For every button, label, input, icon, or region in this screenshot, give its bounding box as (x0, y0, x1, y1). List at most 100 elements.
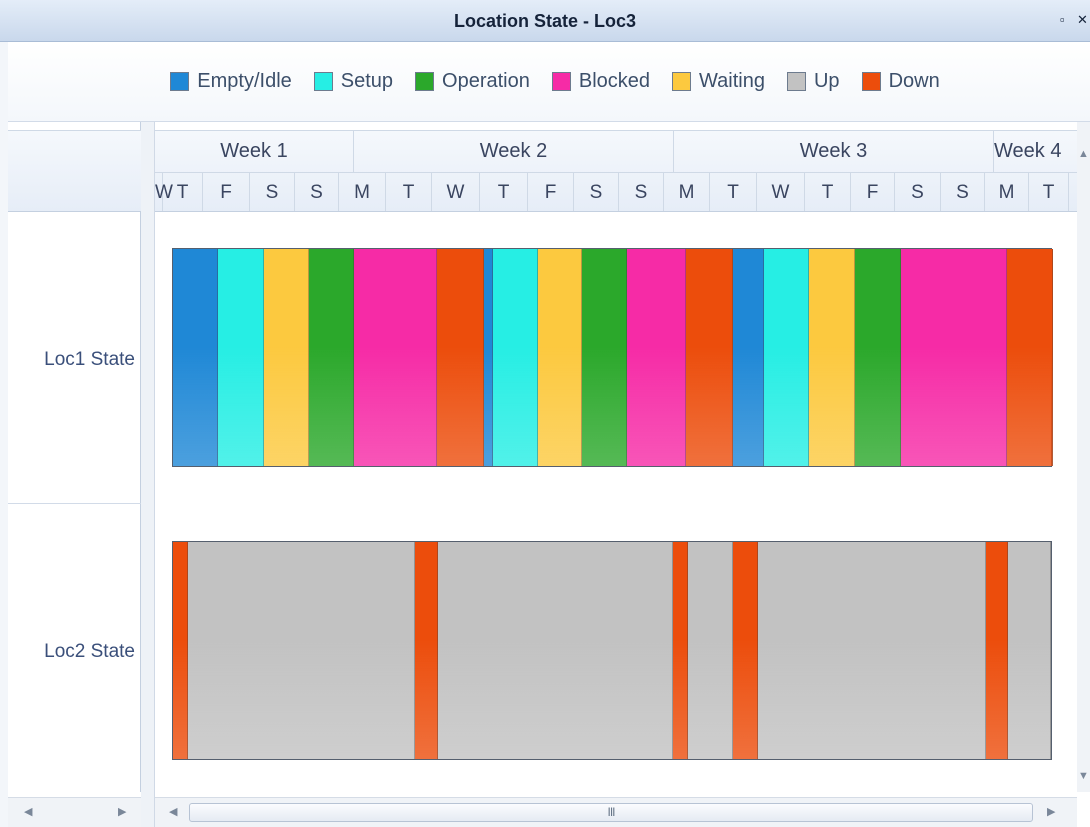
row-label-loc2: Loc2 State (44, 641, 135, 662)
legend-label: Up (813, 70, 840, 92)
day-header-cell: S (895, 173, 941, 211)
state-bar-loc2 (172, 541, 1052, 760)
legend-item-down: Down (861, 70, 940, 93)
week-header-3: Week 3 (674, 131, 994, 172)
close-icon[interactable]: ✕ (1077, 12, 1088, 28)
legend-swatch (551, 72, 571, 91)
state-segment-setup[interactable] (218, 249, 264, 466)
day-header-cell: S (250, 173, 295, 211)
day-header-cell: M (664, 173, 710, 211)
legend-label: Waiting (699, 70, 765, 92)
state-segment-down[interactable] (415, 542, 438, 759)
state-segment-blocked[interactable] (627, 249, 686, 466)
scroll-left-icon[interactable]: ◀ (169, 805, 177, 818)
restore-icon[interactable]: ▫ (1060, 12, 1065, 27)
state-segment-setup[interactable] (764, 249, 809, 466)
scroll-right-icon[interactable]: ▶ (118, 805, 126, 818)
state-segment-down[interactable] (733, 542, 758, 759)
day-header-cell: M (339, 173, 386, 211)
timeline-header: Week 1 Week 2 Week 3 Week 4 WTFSSMTWTFSS… (155, 130, 1077, 212)
window-title-bar: Location State - Loc3 ▫ ✕ (0, 0, 1090, 42)
scroll-up-icon[interactable]: ▲ (1078, 148, 1089, 160)
row-panel-horizontal-scrollbar[interactable]: ◀ ▶ (8, 797, 141, 827)
scroll-right-icon[interactable]: ▶ (1047, 805, 1055, 818)
day-header-cell: M (985, 173, 1029, 211)
legend: Empty/Idle Setup Operation Blocked Waiti… (0, 42, 1090, 122)
panel-splitter[interactable] (141, 122, 155, 827)
day-header-cell: T (710, 173, 757, 211)
legend-label: Operation (442, 70, 530, 92)
state-segment-empty-idle[interactable] (173, 249, 218, 466)
legend-label: Setup (340, 70, 394, 92)
day-header-cell: T (1029, 173, 1069, 211)
vertical-scrollbar[interactable]: ▲ ▼ (1077, 122, 1090, 792)
week-header-2: Week 2 (354, 131, 674, 172)
state-segment-empty-idle[interactable] (733, 249, 764, 466)
day-header-cell: S (619, 173, 664, 211)
day-header-cell: W (757, 173, 805, 211)
legend-swatch (786, 72, 806, 91)
legend-label: Down (888, 70, 940, 92)
state-segment-waiting[interactable] (809, 249, 855, 466)
gantt-chart-area (155, 212, 1077, 792)
row-separator (8, 503, 141, 504)
legend-swatch (861, 72, 881, 91)
state-segment-waiting[interactable] (538, 249, 582, 466)
state-segment-down[interactable] (1007, 249, 1053, 466)
state-segment-waiting[interactable] (264, 249, 309, 466)
state-segment-up[interactable] (688, 542, 733, 759)
scroll-thumb[interactable]: III (189, 803, 1033, 822)
state-segment-blocked[interactable] (901, 249, 1007, 466)
state-segment-setup[interactable] (493, 249, 538, 466)
state-segment-down[interactable] (686, 249, 733, 466)
scroll-left-icon[interactable]: ◀ (24, 805, 32, 818)
legend-swatch (170, 72, 190, 91)
day-header-cell: T (480, 173, 528, 211)
state-segment-up[interactable] (1008, 542, 1051, 759)
day-header-cell: S (295, 173, 339, 211)
left-frame-edge (0, 42, 8, 827)
legend-item-up: Up (786, 70, 840, 93)
legend-swatch (672, 72, 692, 91)
timeline-horizontal-scrollbar[interactable]: ◀ III ▶ (155, 797, 1077, 827)
window-title: Location State - Loc3 (453, 11, 637, 31)
day-header-cell: F (851, 173, 895, 211)
week-header-4: Week 4 (994, 131, 1077, 172)
day-header-cell: F (203, 173, 250, 211)
state-segment-operation[interactable] (855, 249, 901, 466)
row-header-corner (8, 130, 141, 212)
state-segment-blocked[interactable] (354, 249, 437, 466)
legend-item-empty-idle: Empty/Idle (170, 70, 292, 93)
state-segment-operation[interactable] (582, 249, 627, 466)
legend-item-operation: Operation (415, 70, 530, 93)
day-header-cell: S (941, 173, 985, 211)
state-segment-up[interactable] (758, 542, 986, 759)
legend-item-setup: Setup (313, 70, 394, 93)
state-segment-operation[interactable] (309, 249, 354, 466)
state-segment-down[interactable] (673, 542, 688, 759)
scroll-down-icon[interactable]: ▼ (1078, 770, 1089, 782)
day-header-cell: T (805, 173, 851, 211)
day-header-cell: F (528, 173, 574, 211)
state-segment-up[interactable] (438, 542, 673, 759)
legend-swatch (415, 72, 435, 91)
legend-label: Empty/Idle (197, 70, 292, 92)
state-segment-down[interactable] (986, 542, 1008, 759)
state-segment-down[interactable] (173, 542, 188, 759)
legend-item-blocked: Blocked (551, 70, 651, 93)
state-bar-loc1 (172, 248, 1053, 467)
day-header-cell: S (574, 173, 619, 211)
week-header-1: Week 1 (155, 131, 354, 172)
row-header-panel: Loc1 State Loc2 State (8, 122, 141, 792)
grip-icon: III (607, 805, 615, 819)
legend-swatch (313, 72, 333, 91)
day-header-cell: T (163, 173, 203, 211)
state-segment-empty-idle[interactable] (484, 249, 493, 466)
legend-label: Blocked (578, 70, 651, 92)
day-header-cell: W (155, 173, 173, 211)
legend-item-waiting: Waiting (672, 70, 765, 93)
state-segment-up[interactable] (188, 542, 415, 759)
day-header-cell: W (432, 173, 480, 211)
state-segment-down[interactable] (437, 249, 484, 466)
row-label-loc1: Loc1 State (44, 349, 135, 370)
